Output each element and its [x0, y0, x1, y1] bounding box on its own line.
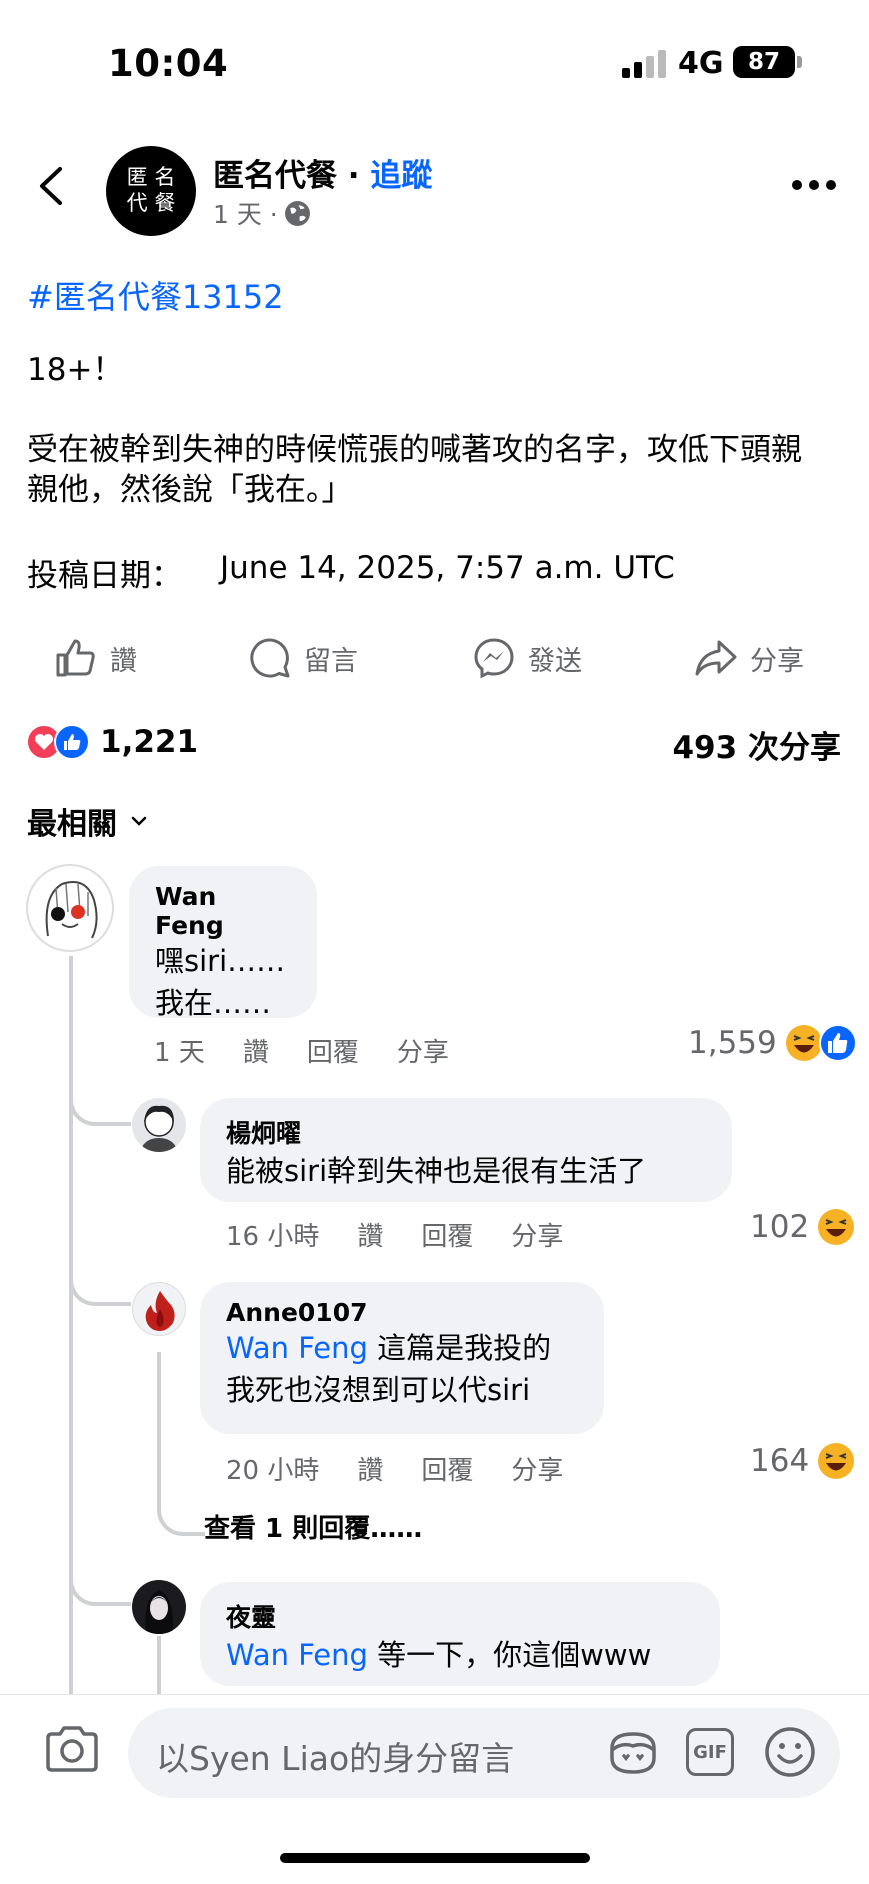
- hashtag-link[interactable]: #匿名代餐13152: [27, 272, 284, 318]
- comment-text: Wan Feng 等一下，你這個www: [226, 1638, 652, 1672]
- comment-bubble[interactable]: 夜靈 Wan Feng 等一下，你這個www: [200, 1582, 720, 1686]
- comment-like-button[interactable]: 讚: [357, 1450, 383, 1487]
- sort-label: 最相關: [27, 807, 117, 842]
- comment-icon: [250, 638, 290, 678]
- comment-label: 留言: [304, 645, 358, 677]
- like-reaction-icon: [54, 724, 90, 760]
- comment-time[interactable]: 20 小時: [226, 1450, 319, 1487]
- haha-reaction-icon: [785, 1025, 822, 1061]
- comment-time[interactable]: 16 小時: [226, 1216, 319, 1253]
- page-avatar[interactable]: 匿 名 代 餐: [106, 146, 196, 236]
- comment-reactions[interactable]: 1,559: [688, 1024, 857, 1062]
- signal-icon: [622, 50, 666, 78]
- thread-branch: [69, 1250, 131, 1306]
- share-arrow-icon: [695, 640, 737, 676]
- comment-text-line: 嘿siri……: [155, 944, 286, 978]
- comment-meta: 1 天 讚 回覆 分享: [154, 1032, 487, 1069]
- home-indicator: [280, 1853, 590, 1863]
- comment-like-button[interactable]: 讚: [243, 1032, 269, 1069]
- send-label: 發送: [528, 645, 582, 677]
- comment-bubble[interactable]: 楊炯曜 能被siri幹到失神也是很有生活了: [200, 1098, 732, 1202]
- follow-button[interactable]: 追蹤: [370, 158, 432, 194]
- comment-share-button[interactable]: 分享: [397, 1032, 449, 1069]
- comment-share-button[interactable]: 分享: [511, 1450, 563, 1487]
- comment-text: 能被siri幹到失神也是很有生活了: [226, 1154, 647, 1188]
- date-label: 投稿日期：: [27, 558, 182, 594]
- post-meta: 1 天 ·: [213, 195, 311, 231]
- view-more-replies-link[interactable]: 查看 1 則回覆……: [204, 1508, 422, 1545]
- thread-branch: [69, 1070, 131, 1126]
- share-button[interactable]: 分享: [694, 628, 804, 688]
- haha-reaction-icon: [818, 1209, 855, 1245]
- comment-input-placeholder: 以Syen Liao的身分留言: [156, 1739, 515, 1778]
- mention-link[interactable]: Wan Feng: [226, 1331, 368, 1365]
- network-type: 4G: [678, 46, 724, 81]
- share-count[interactable]: 493 次分享: [672, 722, 841, 767]
- date-value: June 14, 2025, 7:57 a.m. UTC: [220, 550, 675, 586]
- messenger-icon: [474, 638, 514, 679]
- thumbs-up-icon: [56, 639, 95, 677]
- comment-meta: 16 小時 讚 回覆 分享: [226, 1216, 601, 1253]
- reactions-summary[interactable]: 1,221: [26, 722, 198, 762]
- haha-reaction-icon: [818, 1443, 855, 1479]
- avatar[interactable]: [132, 1580, 186, 1634]
- comment-reaction-count: 164: [750, 1443, 810, 1479]
- comment-time[interactable]: 1 天: [154, 1032, 205, 1069]
- comment-reply-button[interactable]: 回覆: [307, 1032, 359, 1069]
- action-bar: 讚 留言 發送 分享: [0, 628, 869, 688]
- comment-reaction-count: 102: [750, 1209, 810, 1245]
- globe-icon: [284, 200, 310, 226]
- status-time: 10:04: [108, 42, 229, 85]
- comment-share-button[interactable]: 分享: [511, 1216, 563, 1253]
- comment-text: Wan Feng 這篇是我投的: [226, 1331, 552, 1365]
- avatar[interactable]: [132, 1098, 186, 1152]
- thread-branch: [69, 1540, 131, 1606]
- commenter-name[interactable]: Wan Feng: [155, 882, 291, 940]
- avatar-sticker-icon[interactable]: [606, 1728, 660, 1778]
- comment-button[interactable]: 留言: [248, 628, 358, 688]
- comment-bubble[interactable]: Anne0107 Wan Feng 這篇是我投的 我死也沒想到可以代siri: [200, 1282, 604, 1434]
- comment-reactions[interactable]: 164: [750, 1442, 855, 1480]
- emoji-icon[interactable]: [764, 1726, 816, 1778]
- thread-line-sub: [157, 1636, 161, 1694]
- comment-text-line: 我在……: [155, 986, 272, 1020]
- avatar[interactable]: [132, 1282, 186, 1336]
- commenter-name[interactable]: 夜靈: [226, 1598, 694, 1634]
- comment-reply-button[interactable]: 回覆: [421, 1450, 473, 1487]
- more-options-icon[interactable]: [792, 180, 836, 192]
- post-date: 投稿日期： June 14, 2025, 7:57 a.m. UTC: [27, 550, 675, 595]
- comment-bubble[interactable]: Wan Feng 嘿siri…… 我在……: [129, 866, 317, 1020]
- comment-reply-button[interactable]: 回覆: [421, 1216, 473, 1253]
- like-button[interactable]: 讚: [54, 628, 137, 688]
- battery-tip: [797, 56, 802, 68]
- back-arrow-icon[interactable]: [34, 166, 70, 206]
- gif-button[interactable]: GIF: [686, 1728, 734, 1776]
- comment-meta: 20 小時 讚 回覆 分享: [226, 1450, 601, 1487]
- page-name[interactable]: 匿名代餐: [213, 158, 337, 194]
- thread-branch: [157, 1352, 205, 1536]
- share-label: 分享: [750, 645, 804, 677]
- comment-reaction-count: 1,559: [688, 1025, 777, 1061]
- avatar[interactable]: [26, 864, 114, 952]
- comment-text-line: 我死也沒想到可以代siri: [226, 1373, 531, 1407]
- commenter-name[interactable]: 楊炯曜: [226, 1114, 706, 1150]
- comment-like-button[interactable]: 讚: [357, 1216, 383, 1253]
- separator: ·: [337, 158, 371, 194]
- like-reaction-icon: [818, 1024, 857, 1062]
- camera-icon[interactable]: [44, 1724, 100, 1774]
- comment-reactions[interactable]: 102: [750, 1208, 855, 1246]
- commenter-name[interactable]: Anne0107: [226, 1298, 578, 1327]
- reaction-count: 1,221: [100, 724, 199, 760]
- post-time[interactable]: 1 天 ·: [213, 195, 278, 231]
- like-label: 讚: [110, 645, 137, 677]
- chevron-down-icon: [131, 816, 147, 826]
- comment-sort-dropdown[interactable]: 最相關: [27, 799, 147, 843]
- mention-link[interactable]: Wan Feng: [226, 1638, 368, 1672]
- page-name-row: 匿名代餐 · 追蹤: [213, 150, 432, 195]
- send-button[interactable]: 發送: [472, 628, 582, 688]
- post-body: 18+！ 受在被幹到失神的時候慌張的喊著攻的名字，攻低下頭親親他，然後說「我在。…: [27, 352, 802, 508]
- battery-icon: 87: [733, 46, 795, 78]
